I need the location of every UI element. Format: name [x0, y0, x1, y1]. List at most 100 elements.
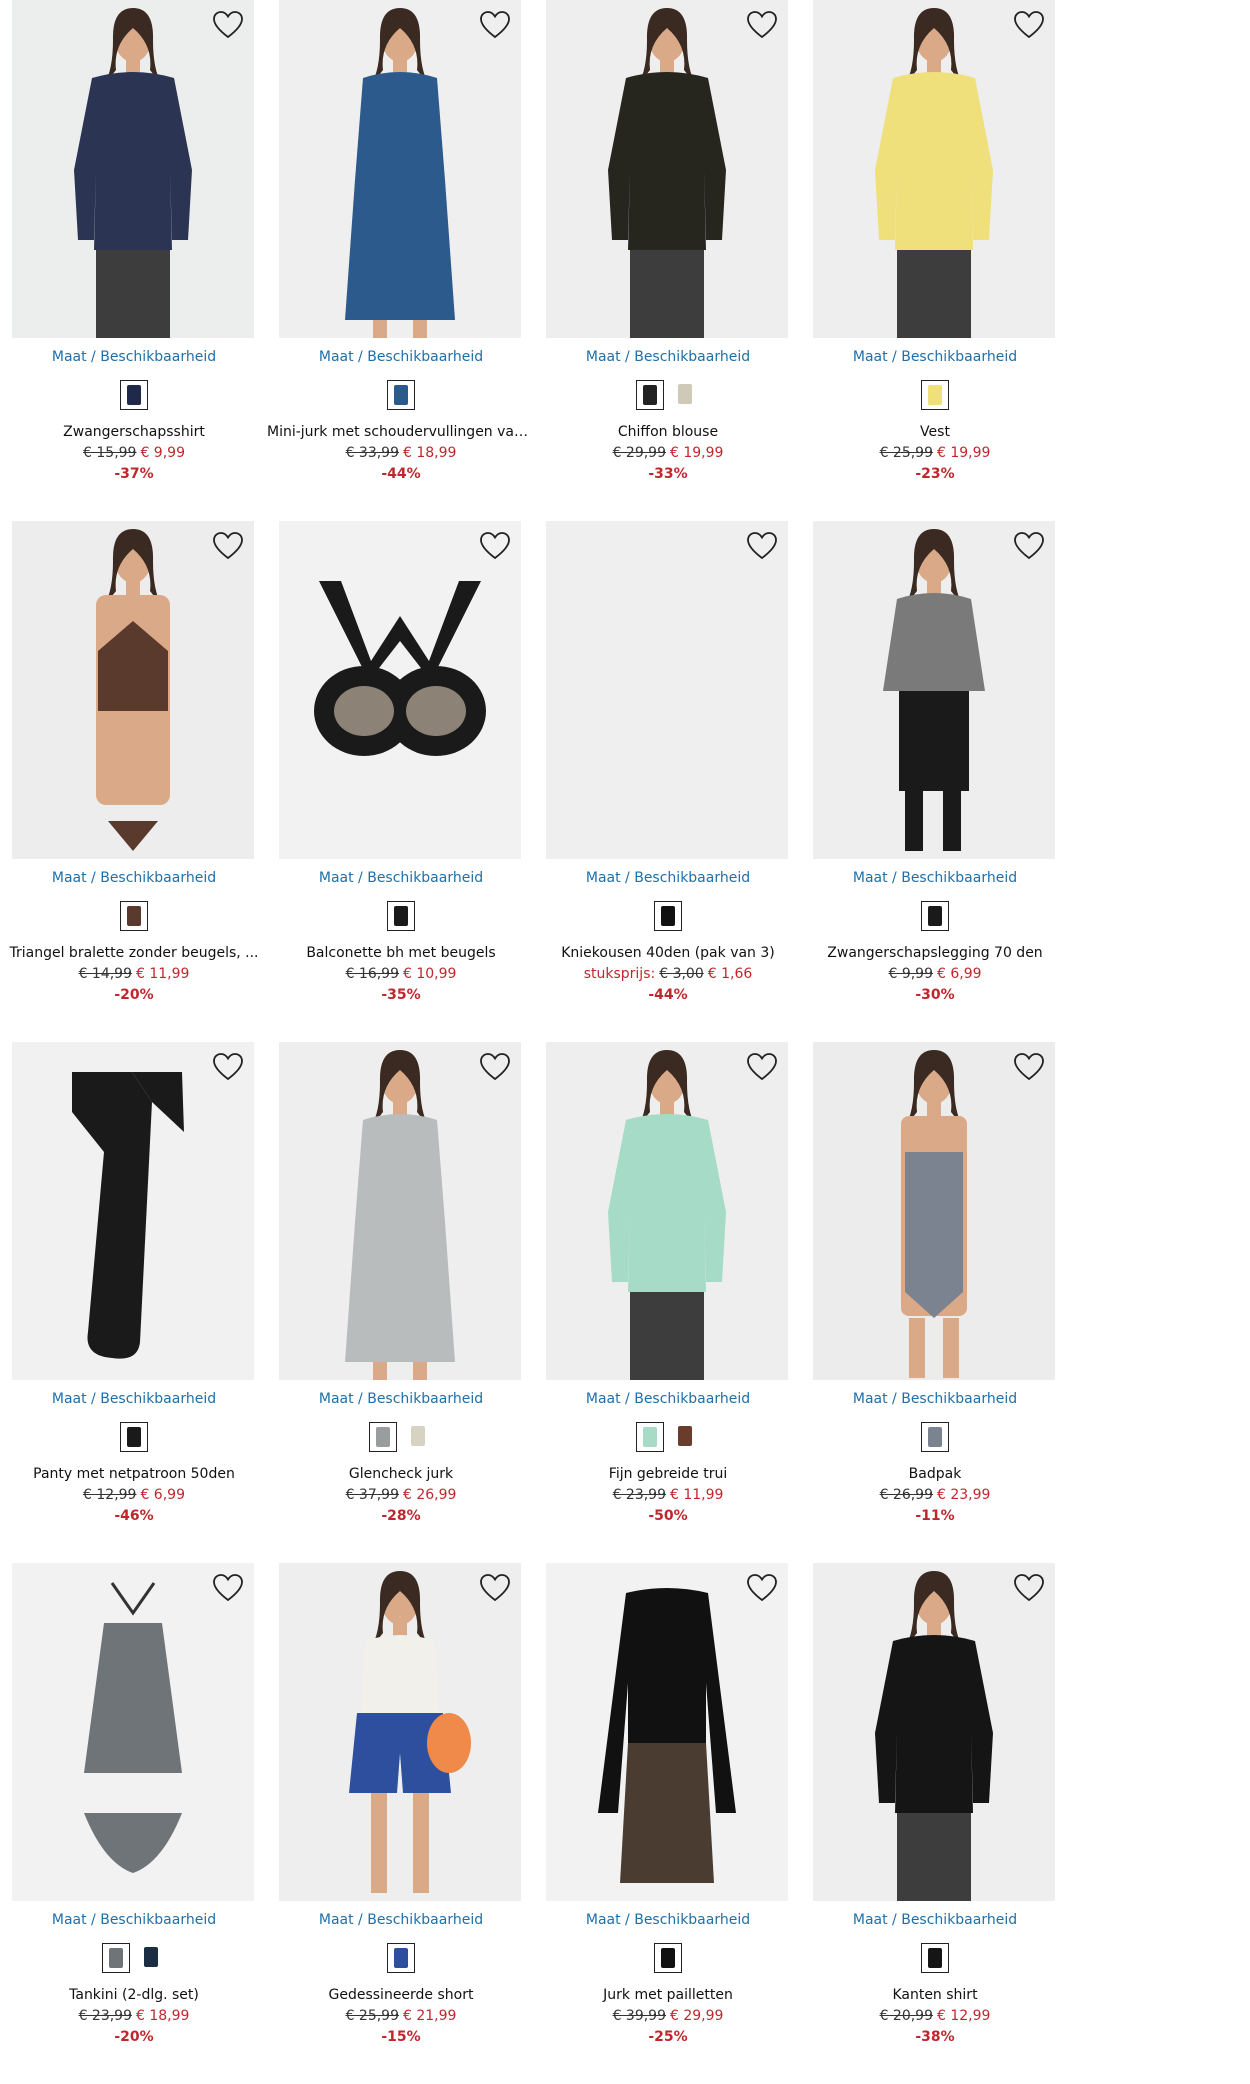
- product-image[interactable]: [813, 0, 1055, 338]
- color-swatch[interactable]: [921, 901, 949, 931]
- size-availability-link[interactable]: Maat / Beschikbaarheid: [267, 870, 535, 886]
- color-swatch[interactable]: [138, 1943, 166, 1973]
- product-card[interactable]: Maat / Beschikbaarheid Triangel bralette …: [0, 521, 268, 1031]
- color-swatch[interactable]: [387, 1943, 415, 1973]
- product-image[interactable]: [279, 0, 521, 338]
- product-card[interactable]: Maat / Beschikbaarheid Kniekousen 40den (…: [534, 521, 802, 1031]
- color-swatch[interactable]: [387, 901, 415, 931]
- color-swatch[interactable]: [636, 1422, 664, 1452]
- product-name[interactable]: Chiffon blouse: [534, 424, 802, 440]
- product-image[interactable]: [546, 1042, 788, 1380]
- size-availability-link[interactable]: Maat / Beschikbaarheid: [534, 870, 802, 886]
- color-swatch[interactable]: [672, 1422, 700, 1452]
- product-card[interactable]: Maat / Beschikbaarheid Fijn gebreide trui…: [534, 1042, 802, 1552]
- product-name[interactable]: Fijn gebreide trui: [534, 1466, 802, 1482]
- size-availability-link[interactable]: Maat / Beschikbaarheid: [801, 1391, 1069, 1407]
- color-swatch[interactable]: [921, 1943, 949, 1973]
- product-card[interactable]: Maat / Beschikbaarheid Zwangerschapsshirt…: [0, 0, 268, 510]
- color-swatch[interactable]: [654, 1943, 682, 1973]
- wishlist-heart-icon[interactable]: [479, 10, 511, 40]
- wishlist-heart-icon[interactable]: [479, 1052, 511, 1082]
- wishlist-heart-icon[interactable]: [1013, 10, 1045, 40]
- size-availability-link[interactable]: Maat / Beschikbaarheid: [534, 349, 802, 365]
- size-availability-link[interactable]: Maat / Beschikbaarheid: [801, 870, 1069, 886]
- product-card[interactable]: Maat / Beschikbaarheid Chiffon blouse € 29…: [534, 0, 802, 510]
- product-name[interactable]: Tankini (2-dlg. set): [0, 1987, 268, 2003]
- wishlist-heart-icon[interactable]: [212, 10, 244, 40]
- product-card[interactable]: Maat / Beschikbaarheid Jurk met paillette…: [534, 1563, 802, 2073]
- product-card[interactable]: Maat / Beschikbaarheid Badpak € 26,99 € 23,…: [801, 1042, 1069, 1552]
- color-swatch[interactable]: [120, 1422, 148, 1452]
- wishlist-heart-icon[interactable]: [212, 1573, 244, 1603]
- size-availability-link[interactable]: Maat / Beschikbaarheid: [0, 349, 268, 365]
- product-image[interactable]: [813, 521, 1055, 859]
- color-swatch[interactable]: [672, 380, 700, 410]
- product-name[interactable]: Kanten shirt: [801, 1987, 1069, 2003]
- product-image[interactable]: [12, 0, 254, 338]
- color-swatch[interactable]: [369, 1422, 397, 1452]
- color-swatch[interactable]: [102, 1943, 130, 1973]
- product-image[interactable]: [279, 521, 521, 859]
- size-availability-link[interactable]: Maat / Beschikbaarheid: [534, 1912, 802, 1928]
- product-card[interactable]: Maat / Beschikbaarheid Zwangerschapsleggi…: [801, 521, 1069, 1031]
- product-image[interactable]: [279, 1042, 521, 1380]
- product-name[interactable]: Gedessineerde short: [267, 1987, 535, 2003]
- wishlist-heart-icon[interactable]: [479, 531, 511, 561]
- product-image[interactable]: [12, 1563, 254, 1901]
- product-name[interactable]: Panty met netpatroon 50den: [0, 1466, 268, 1482]
- product-name[interactable]: Glencheck jurk: [267, 1466, 535, 1482]
- product-image[interactable]: [546, 0, 788, 338]
- product-card[interactable]: Maat / Beschikbaarheid Mini-jurk met scho…: [267, 0, 535, 510]
- product-card[interactable]: Maat / Beschikbaarheid Panty met netpatro…: [0, 1042, 268, 1552]
- wishlist-heart-icon[interactable]: [746, 1573, 778, 1603]
- color-swatch[interactable]: [387, 380, 415, 410]
- wishlist-heart-icon[interactable]: [1013, 1052, 1045, 1082]
- product-name[interactable]: Jurk met pailletten: [534, 1987, 802, 2003]
- product-card[interactable]: Maat / Beschikbaarheid Glencheck jurk € 37…: [267, 1042, 535, 1552]
- size-availability-link[interactable]: Maat / Beschikbaarheid: [801, 1912, 1069, 1928]
- wishlist-heart-icon[interactable]: [479, 1573, 511, 1603]
- product-image[interactable]: [12, 1042, 254, 1380]
- size-availability-link[interactable]: Maat / Beschikbaarheid: [534, 1391, 802, 1407]
- color-swatch[interactable]: [120, 380, 148, 410]
- wishlist-heart-icon[interactable]: [746, 10, 778, 40]
- wishlist-heart-icon[interactable]: [746, 531, 778, 561]
- color-swatch[interactable]: [636, 380, 664, 410]
- product-image[interactable]: [546, 521, 788, 859]
- product-image[interactable]: [279, 1563, 521, 1901]
- color-swatch[interactable]: [654, 901, 682, 931]
- color-swatch[interactable]: [921, 380, 949, 410]
- wishlist-heart-icon[interactable]: [1013, 1573, 1045, 1603]
- product-image[interactable]: [813, 1042, 1055, 1380]
- product-name[interactable]: Zwangerschapsshirt: [0, 424, 268, 440]
- color-swatch[interactable]: [405, 1422, 433, 1452]
- product-name[interactable]: Kniekousen 40den (pak van 3): [534, 945, 802, 961]
- product-card[interactable]: Maat / Beschikbaarheid Kanten shirt € 20,9…: [801, 1563, 1069, 2073]
- color-swatch[interactable]: [921, 1422, 949, 1452]
- product-name[interactable]: Mini-jurk met schoudervullingen van...: [267, 424, 535, 440]
- product-name[interactable]: Zwangerschapslegging 70 den: [801, 945, 1069, 961]
- wishlist-heart-icon[interactable]: [746, 1052, 778, 1082]
- product-image[interactable]: [12, 521, 254, 859]
- size-availability-link[interactable]: Maat / Beschikbaarheid: [267, 1391, 535, 1407]
- wishlist-heart-icon[interactable]: [212, 531, 244, 561]
- product-name[interactable]: Badpak: [801, 1466, 1069, 1482]
- product-image[interactable]: [813, 1563, 1055, 1901]
- size-availability-link[interactable]: Maat / Beschikbaarheid: [267, 1912, 535, 1928]
- wishlist-heart-icon[interactable]: [1013, 531, 1045, 561]
- product-image[interactable]: [546, 1563, 788, 1901]
- size-availability-link[interactable]: Maat / Beschikbaarheid: [0, 1912, 268, 1928]
- product-card[interactable]: Maat / Beschikbaarheid Gedessineerde shor…: [267, 1563, 535, 2073]
- size-availability-link[interactable]: Maat / Beschikbaarheid: [801, 349, 1069, 365]
- color-swatch[interactable]: [120, 901, 148, 931]
- product-card[interactable]: Maat / Beschikbaarheid Balconette bh met …: [267, 521, 535, 1031]
- product-name[interactable]: Vest: [801, 424, 1069, 440]
- product-name[interactable]: Balconette bh met beugels: [267, 945, 535, 961]
- product-name[interactable]: Triangel bralette zonder beugels, ...: [0, 945, 268, 961]
- size-availability-link[interactable]: Maat / Beschikbaarheid: [267, 349, 535, 365]
- product-card[interactable]: Maat / Beschikbaarheid Vest € 25,99 € 19,99…: [801, 0, 1069, 510]
- size-availability-link[interactable]: Maat / Beschikbaarheid: [0, 870, 268, 886]
- wishlist-heart-icon[interactable]: [212, 1052, 244, 1082]
- size-availability-link[interactable]: Maat / Beschikbaarheid: [0, 1391, 268, 1407]
- product-card[interactable]: Maat / Beschikbaarheid Tankini (2-dlg. se…: [0, 1563, 268, 2073]
